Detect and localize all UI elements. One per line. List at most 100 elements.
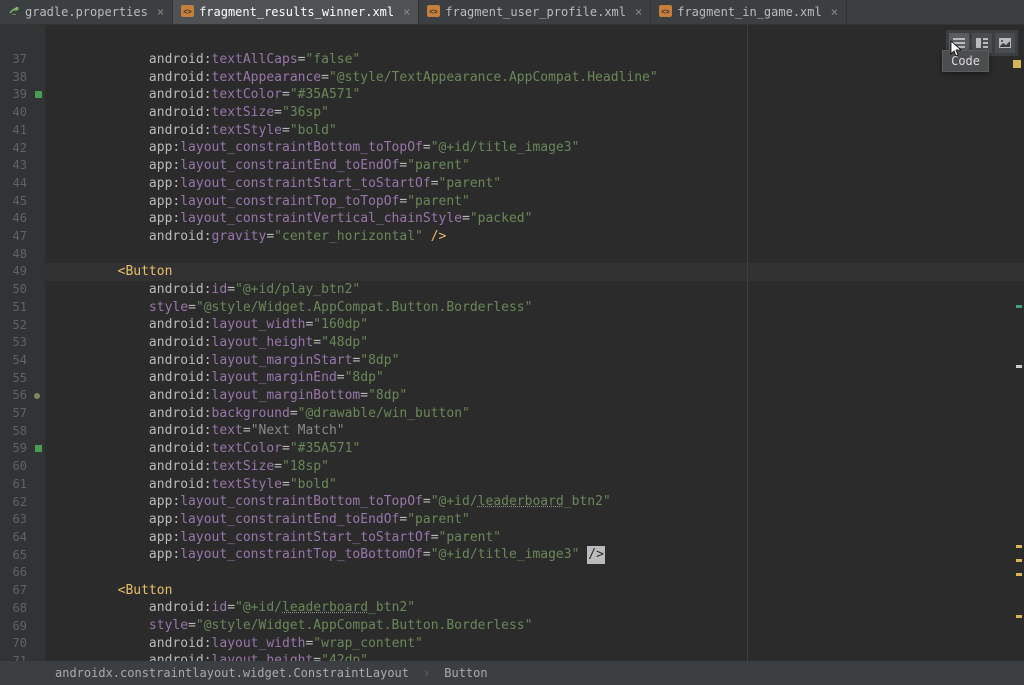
xml-file-icon: <>	[181, 5, 194, 20]
gutter[interactable]: 3738394041424344454647484950515253545556…	[0, 25, 45, 661]
code-content[interactable]: android:textAllCaps="false" android:text…	[45, 25, 1024, 661]
code-line[interactable]: app:layout_constraintStart_toStartOf="pa…	[55, 175, 1024, 193]
line-number[interactable]: 70	[0, 635, 45, 653]
editor-tab[interactable]: <> fragment_user_profile.xml ×	[419, 0, 651, 24]
code-line[interactable]: app:layout_constraintBottom_toTopOf="@+i…	[55, 493, 1024, 511]
code-line[interactable]: android:text="Next Match"	[55, 422, 1024, 440]
line-number[interactable]: 71	[0, 653, 45, 661]
code-line[interactable]: style="@style/Widget.AppCompat.Button.Bo…	[55, 299, 1024, 317]
editor-tab[interactable]: gradle.properties ×	[0, 0, 173, 24]
code-line[interactable]: android:background="@drawable/win_button…	[55, 405, 1024, 423]
code-line[interactable]: app:layout_constraintVertical_chainStyle…	[55, 210, 1024, 228]
gradle-file-icon	[8, 5, 20, 20]
line-number[interactable]: 42	[0, 140, 45, 158]
code-line[interactable]: android:textAllCaps="false"	[55, 51, 1024, 69]
code-line[interactable]: app:layout_constraintTop_toTopOf="parent…	[55, 193, 1024, 211]
gutter-marker-icon	[35, 445, 42, 452]
line-number[interactable]: 37	[0, 51, 45, 69]
close-icon[interactable]: ×	[157, 5, 164, 19]
code-line[interactable]: android:id="@+id/play_btn2"	[55, 281, 1024, 299]
code-line[interactable]: android:layout_width="160dp"	[55, 316, 1024, 334]
code-line[interactable]: android:layout_marginStart="8dp"	[55, 352, 1024, 370]
code-line[interactable]: android:gravity="center_horizontal" />	[55, 228, 1024, 246]
line-number[interactable]: 49	[0, 263, 45, 281]
line-number[interactable]: 38	[0, 69, 45, 87]
line-number[interactable]: 52	[0, 317, 45, 335]
breadcrumb-separator-icon: ›	[423, 666, 430, 680]
code-line[interactable]: android:id="@+id/leaderboard_btn2"	[55, 599, 1024, 617]
code-line[interactable]: app:layout_constraintEnd_toEndOf="parent…	[55, 511, 1024, 529]
close-icon[interactable]: ×	[831, 5, 838, 19]
scrollbar[interactable]	[1012, 75, 1024, 637]
line-number[interactable]: 68	[0, 600, 45, 618]
svg-text:<>: <>	[183, 9, 191, 16]
line-number[interactable]: 47	[0, 228, 45, 246]
code-line[interactable]: <Button	[45, 263, 1024, 281]
line-number[interactable]: 44	[0, 175, 45, 193]
line-number[interactable]: 69	[0, 618, 45, 636]
code-line[interactable]: android:textColor="#35A571"	[55, 86, 1024, 104]
line-number[interactable]: 61	[0, 476, 45, 494]
code-line[interactable]: android:textStyle="bold"	[55, 476, 1024, 494]
line-number[interactable]: 54	[0, 352, 45, 370]
tab-label: gradle.properties	[25, 5, 148, 19]
line-number[interactable]: 59	[0, 440, 45, 458]
line-number[interactable]: 39	[0, 86, 45, 104]
code-line[interactable]: <Button	[55, 582, 1024, 600]
xml-file-icon: <>	[427, 5, 440, 20]
code-line[interactable]: style="@style/Widget.AppCompat.Button.Bo…	[55, 617, 1024, 635]
editor-tab[interactable]: <> fragment_in_game.xml ×	[651, 0, 847, 24]
svg-text:<>: <>	[662, 9, 670, 16]
breadcrumb-item[interactable]: androidx.constraintlayout.widget.Constra…	[55, 666, 409, 680]
tab-label: fragment_results_winner.xml	[199, 5, 394, 19]
tab-label: fragment_in_game.xml	[677, 5, 822, 19]
line-number[interactable]: 48	[0, 246, 45, 264]
close-icon[interactable]: ×	[635, 5, 642, 19]
line-number[interactable]: 57	[0, 405, 45, 423]
tab-label: fragment_user_profile.xml	[445, 5, 626, 19]
line-number[interactable]: 56	[0, 387, 45, 405]
line-number[interactable]: 55	[0, 370, 45, 388]
line-number[interactable]: 64	[0, 529, 45, 547]
line-number[interactable]: 45	[0, 193, 45, 211]
line-number[interactable]: 63	[0, 511, 45, 529]
line-number[interactable]: 53	[0, 334, 45, 352]
line-number[interactable]: 58	[0, 423, 45, 441]
line-number[interactable]: 40	[0, 104, 45, 122]
breadcrumbs[interactable]: androidx.constraintlayout.widget.Constra…	[0, 661, 1024, 685]
line-number[interactable]: 65	[0, 547, 45, 565]
code-line[interactable]: android:layout_height="48dp"	[55, 334, 1024, 352]
code-line[interactable]: android:layout_width="wrap_content"	[55, 635, 1024, 653]
code-line[interactable]: app:layout_constraintBottom_toTopOf="@+i…	[55, 139, 1024, 157]
breadcrumb-item[interactable]: Button	[444, 666, 487, 680]
line-number[interactable]: 50	[0, 281, 45, 299]
code-line[interactable]: android:layout_height="42dp"	[55, 652, 1024, 661]
close-icon[interactable]: ×	[403, 5, 410, 19]
code-line[interactable]	[55, 564, 1024, 582]
line-number[interactable]: 67	[0, 582, 45, 600]
code-line[interactable]: app:layout_constraintEnd_toEndOf="parent…	[55, 157, 1024, 175]
code-line[interactable]: app:layout_constraintStart_toStartOf="pa…	[55, 529, 1024, 547]
line-number[interactable]: 60	[0, 458, 45, 476]
code-line[interactable]: android:textColor="#35A571"	[55, 440, 1024, 458]
code-line[interactable]	[55, 246, 1024, 264]
line-number[interactable]: 66	[0, 564, 45, 582]
code-line[interactable]: android:textSize="36sp"	[55, 104, 1024, 122]
line-number[interactable]: 51	[0, 299, 45, 317]
code-line[interactable]: android:layout_marginEnd="8dp"	[55, 369, 1024, 387]
line-number[interactable]: 41	[0, 122, 45, 140]
line-number[interactable]: 46	[0, 210, 45, 228]
line-number[interactable]: 43	[0, 157, 45, 175]
xml-file-icon: <>	[659, 5, 672, 20]
code-line[interactable]: android:textAppearance="@style/TextAppea…	[55, 69, 1024, 87]
code-line[interactable]: android:layout_marginBottom="8dp"	[55, 387, 1024, 405]
editor-tab[interactable]: <> fragment_results_winner.xml ×	[173, 0, 419, 24]
editor-area[interactable]: 3738394041424344454647484950515253545556…	[0, 25, 1024, 661]
line-number[interactable]: 62	[0, 494, 45, 512]
gutter-marker-icon	[35, 91, 42, 98]
code-line[interactable]: app:layout_constraintTop_toBottomOf="@+i…	[55, 546, 1024, 564]
code-line[interactable]: android:textSize="18sp"	[55, 458, 1024, 476]
code-line[interactable]: android:textStyle="bold"	[55, 122, 1024, 140]
editor-tabs: gradle.properties × <> fragment_results_win…	[0, 0, 1024, 25]
svg-text:<>: <>	[430, 9, 438, 16]
